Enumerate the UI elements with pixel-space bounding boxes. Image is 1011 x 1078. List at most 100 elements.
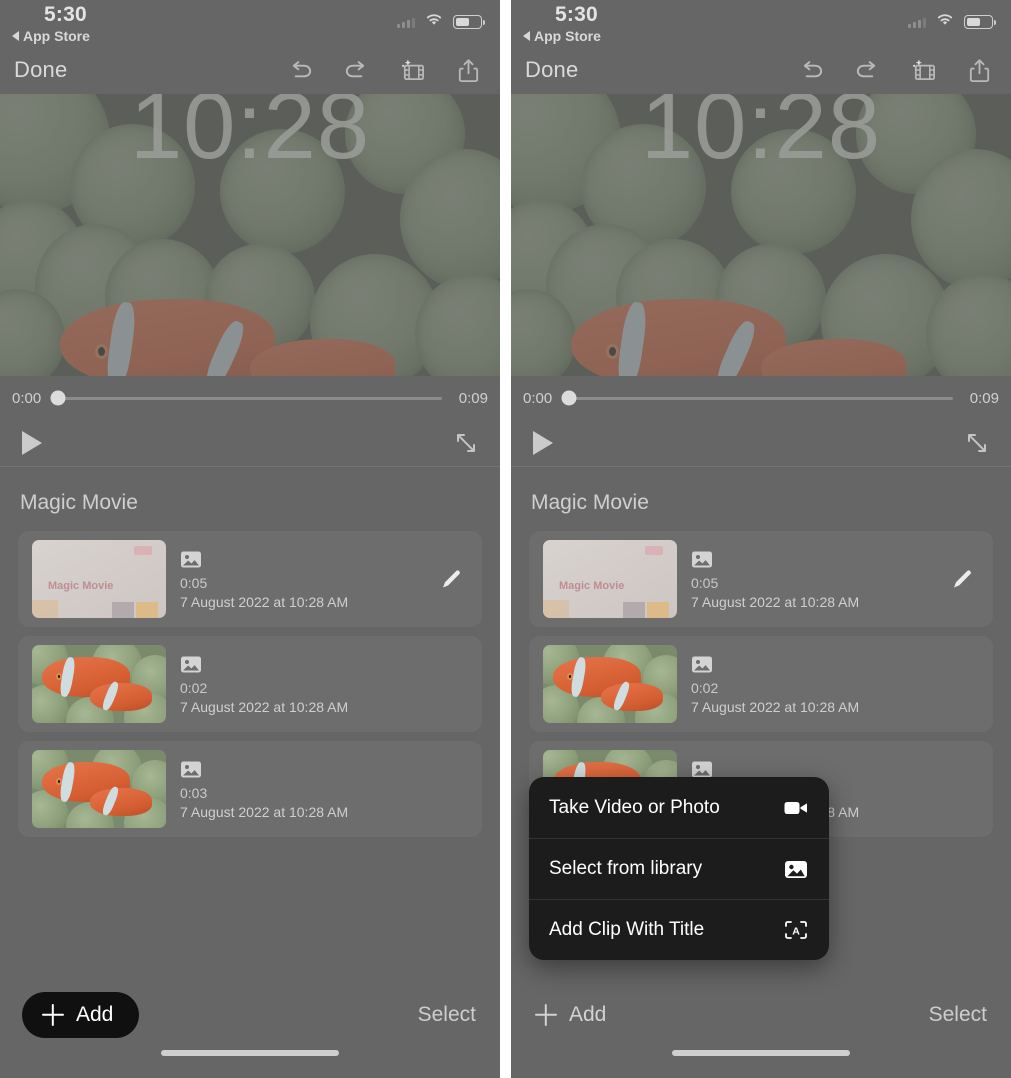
wifi-icon [935, 12, 955, 32]
add-context-menu[interactable]: Take Video or Photo Select from library … [529, 777, 829, 960]
clip-thumbnail: Magic Movie [543, 540, 677, 618]
screenshot-stage: 5:30 App Store Done 0:00 0:09 Magic Movi… [0, 0, 1011, 1078]
status-bar-indicators [397, 12, 485, 32]
svg-text:A: A [792, 926, 800, 938]
photo-library-icon [783, 857, 809, 881]
add-button-label: Add [76, 1003, 114, 1026]
battery-icon [453, 15, 485, 29]
scrubber-track[interactable] [561, 390, 953, 406]
editor-toolbar: Done [511, 46, 1011, 94]
filmstrip-sparkle-icon[interactable] [910, 57, 937, 84]
cellular-signal-icon [908, 17, 926, 28]
share-icon[interactable] [966, 57, 993, 84]
photo-icon [180, 655, 202, 674]
add-button-label: Add [569, 1003, 607, 1026]
total-time-label: 0:09 [458, 389, 488, 407]
clip-row[interactable]: 0:03 7 August 2022 at 10:28 AM [18, 741, 482, 837]
video-camera-icon [783, 796, 809, 820]
home-indicator [161, 1050, 339, 1056]
status-bar-time: 5:30 [555, 3, 598, 26]
plus-icon [535, 1004, 557, 1026]
undo-icon[interactable] [287, 57, 314, 84]
clip-thumbnail [32, 645, 166, 723]
toolbar-actions [798, 57, 997, 84]
clip-date: 7 August 2022 at 10:28 AM [180, 593, 349, 610]
cellular-signal-icon [397, 17, 415, 28]
pencil-icon[interactable] [438, 566, 464, 592]
done-button[interactable]: Done [525, 57, 578, 83]
expand-icon[interactable] [965, 431, 989, 455]
bottom-bar: Add Select [511, 978, 1011, 1078]
battery-icon [964, 15, 996, 29]
back-to-app-store-link[interactable]: App Store [12, 28, 90, 44]
clip-row[interactable]: 0:02 7 August 2022 at 10:28 AM [529, 636, 993, 732]
play-icon[interactable] [22, 431, 42, 455]
timeline-scrubber[interactable]: 0:00 0:09 [511, 376, 1011, 420]
add-button[interactable]: Add [22, 992, 140, 1038]
undo-icon[interactable] [798, 57, 825, 84]
video-preview[interactable]: 10:28 [511, 94, 1011, 376]
status-bar-time: 5:30 [44, 3, 87, 26]
bottom-bar: Add Select [0, 978, 500, 1078]
clip-date: 7 August 2022 at 10:28 AM [180, 803, 349, 820]
status-bar-indicators [908, 12, 996, 32]
clip-thumbnail: Magic Movie [32, 540, 166, 618]
clip-duration: 0:05 [180, 575, 208, 592]
phone-panel-left: 5:30 App Store Done 0:00 0:09 Magic Movi… [0, 0, 500, 1078]
playback-controls [0, 420, 500, 466]
select-button[interactable]: Select [418, 1003, 476, 1027]
clip-row[interactable]: 0:02 7 August 2022 at 10:28 AM [18, 636, 482, 732]
photo-icon [180, 550, 202, 569]
menu-item-take-video-or-photo[interactable]: Take Video or Photo [529, 777, 829, 838]
clip-thumbnail [32, 750, 166, 828]
clip-row[interactable]: Magic Movie 0:05 7 August 2022 at 10:28 … [529, 531, 993, 627]
clip-thumbnail [543, 645, 677, 723]
expand-icon[interactable] [454, 431, 478, 455]
home-indicator [672, 1050, 850, 1056]
clip-list: Magic Movie 0:05 7 August 2022 at 10:28 … [0, 531, 500, 837]
back-label: App Store [534, 28, 601, 44]
status-bar: 5:30 App Store [511, 0, 1011, 46]
section-title: Magic Movie [20, 491, 138, 514]
video-preview[interactable]: 10:28 [0, 94, 500, 376]
scrubber-track[interactable] [50, 390, 442, 406]
clip-duration: 0:02 [691, 680, 719, 697]
clip-date: 7 August 2022 at 10:28 AM [691, 593, 860, 610]
toolbar-actions [287, 57, 486, 84]
filmstrip-sparkle-icon[interactable] [399, 57, 426, 84]
preview-dim-scrim [511, 94, 1011, 376]
menu-item-label: Add Clip With Title [549, 919, 705, 940]
scrubber-knob[interactable] [561, 390, 577, 406]
photo-icon [180, 760, 202, 779]
current-time-label: 0:00 [523, 389, 553, 407]
redo-icon[interactable] [854, 57, 881, 84]
clip-thumbnail-caption: Magic Movie [48, 580, 114, 592]
redo-icon[interactable] [343, 57, 370, 84]
menu-item-label: Select from library [549, 858, 703, 879]
clip-date: 7 August 2022 at 10:28 AM [180, 698, 349, 715]
clip-row[interactable]: Magic Movie 0:05 7 August 2022 at 10:28 … [18, 531, 482, 627]
select-button[interactable]: Select [929, 1003, 987, 1027]
clip-metadata: 0:05 7 August 2022 at 10:28 AM [180, 548, 424, 610]
clip-duration: 0:03 [180, 785, 208, 802]
scrubber-knob[interactable] [50, 390, 66, 406]
back-to-app-store-link[interactable]: App Store [523, 28, 601, 44]
current-time-label: 0:00 [12, 389, 42, 407]
menu-item-select-from-library[interactable]: Select from library [529, 838, 829, 899]
done-button[interactable]: Done [14, 57, 67, 83]
play-icon[interactable] [533, 431, 553, 455]
pencil-icon[interactable] [949, 566, 975, 592]
title-card-icon: A [783, 918, 809, 942]
add-button[interactable]: Add [533, 992, 610, 1038]
photo-icon [691, 550, 713, 569]
menu-item-add-clip-with-title[interactable]: Add Clip With Title A [529, 899, 829, 960]
phone-panel-right: 5:30 App Store Done 0:00 0:09 Magic Movi… [511, 0, 1011, 1078]
clip-metadata: 0:03 7 August 2022 at 10:28 AM [180, 758, 468, 820]
timeline-scrubber[interactable]: 0:00 0:09 [0, 376, 500, 420]
back-label: App Store [23, 28, 90, 44]
share-icon[interactable] [455, 57, 482, 84]
clip-metadata: 0:05 7 August 2022 at 10:28 AM [691, 548, 935, 610]
preview-dim-scrim [0, 94, 500, 376]
clip-date: 7 August 2022 at 10:28 AM [691, 698, 860, 715]
section-title: Magic Movie [531, 491, 649, 514]
